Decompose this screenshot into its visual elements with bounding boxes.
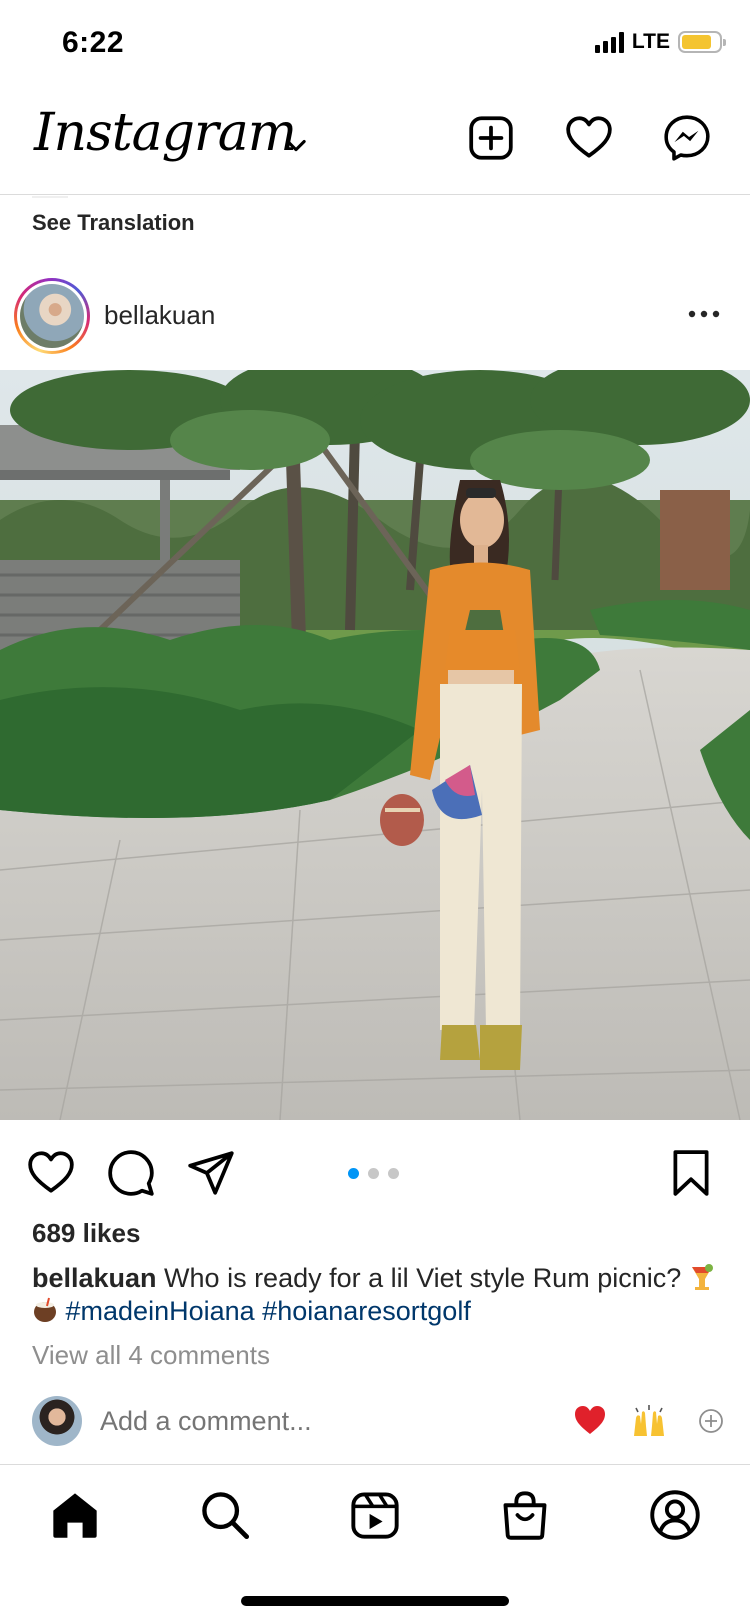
heart-icon[interactable] <box>564 113 614 163</box>
new-post-icon[interactable] <box>466 113 516 163</box>
home-indicator[interactable] <box>241 1596 509 1606</box>
app-header: Instagram <box>0 95 750 195</box>
caption-text: Who is ready for a lil Viet style Rum pi… <box>156 1263 689 1293</box>
post-actions <box>0 1140 750 1200</box>
chevron-down-icon[interactable] <box>282 131 310 159</box>
post-photo[interactable] <box>0 370 750 1120</box>
hashtag-madeinhoiana[interactable]: #madeinHoiana <box>66 1296 255 1326</box>
add-comment-row: ❤️ 🙌 <box>0 1394 750 1454</box>
comment-icon[interactable] <box>106 1148 156 1198</box>
tropical-drink-emoji: 🍹 <box>691 1264 713 1290</box>
carousel-indicator <box>348 1168 399 1179</box>
profile-icon[interactable] <box>649 1489 701 1541</box>
hashtag-hoianaresortgolf[interactable]: #hoianaresortgolf <box>262 1296 471 1326</box>
current-user-avatar <box>32 1396 82 1446</box>
battery-icon <box>678 31 726 53</box>
carousel-dot-2[interactable] <box>368 1168 379 1179</box>
post-header: bellakuan <box>0 272 750 362</box>
reels-icon[interactable] <box>349 1489 401 1541</box>
carousel-dot-3[interactable] <box>388 1168 399 1179</box>
search-icon[interactable] <box>199 1489 251 1541</box>
save-bookmark-icon[interactable] <box>666 1148 716 1198</box>
coconut-emoji: 🥥 <box>34 1297 56 1322</box>
home-icon[interactable] <box>49 1489 101 1541</box>
raising-hands-reaction-button[interactable]: 🙌 <box>630 1402 668 1440</box>
like-icon[interactable] <box>26 1148 76 1198</box>
see-translation-link[interactable]: See Translation <box>32 210 195 236</box>
status-bar: 6:22 LTE <box>0 0 750 90</box>
post-caption: bellakuan Who is ready for a lil Viet st… <box>32 1262 722 1328</box>
heart-reaction-button[interactable]: ❤️ <box>572 1402 608 1438</box>
carousel-dot-1[interactable] <box>348 1168 359 1179</box>
signal-icon <box>594 31 624 53</box>
status-time: 6:22 <box>62 26 125 59</box>
network-type: LTE <box>631 30 670 53</box>
caption-username[interactable]: bellakuan <box>32 1263 157 1293</box>
share-icon[interactable] <box>186 1148 236 1198</box>
status-indicators: LTE <box>594 30 726 54</box>
post-username[interactable]: bellakuan <box>104 300 215 331</box>
likes-count[interactable]: 689 likes <box>32 1218 140 1249</box>
story-avatar[interactable] <box>14 278 90 354</box>
more-options-icon[interactable] <box>686 304 722 324</box>
comment-input[interactable] <box>100 1406 520 1437</box>
instagram-logo[interactable]: Instagram <box>34 103 297 163</box>
avatar <box>20 284 84 348</box>
view-all-comments-link[interactable]: View all 4 comments <box>32 1340 270 1371</box>
shop-icon[interactable] <box>499 1489 551 1541</box>
photo-scene <box>0 370 750 1120</box>
previous-post-divider <box>32 196 68 198</box>
messenger-icon[interactable] <box>662 113 712 163</box>
add-reaction-icon[interactable] <box>698 1408 724 1434</box>
bottom-tab-bar <box>0 1464 750 1574</box>
